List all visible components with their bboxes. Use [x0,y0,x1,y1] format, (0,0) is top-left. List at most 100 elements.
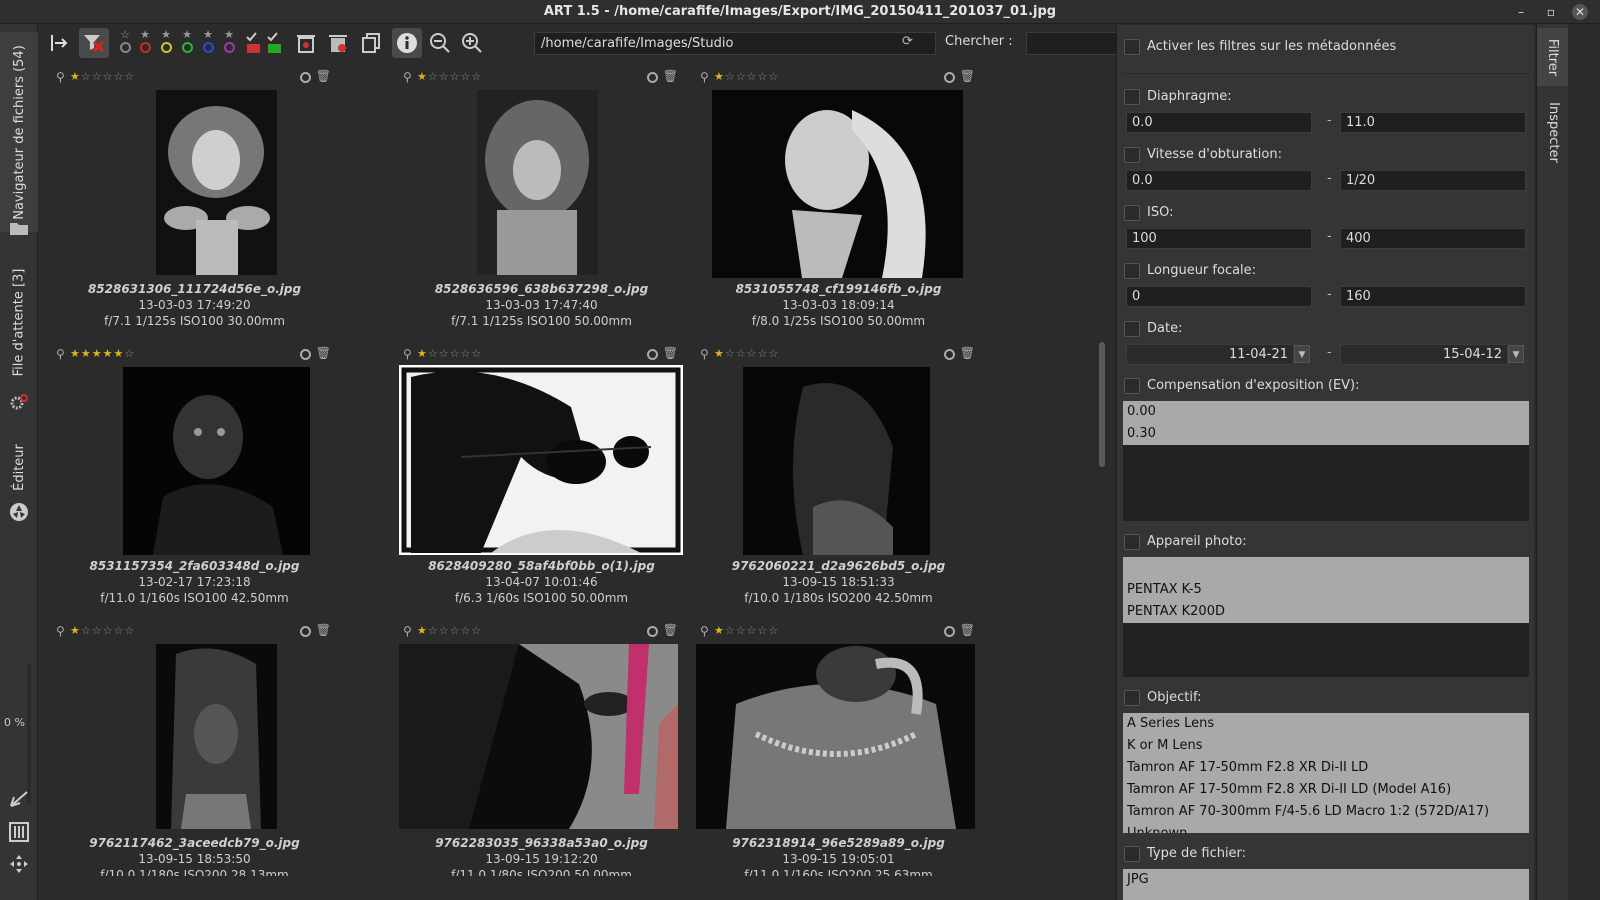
list-item[interactable]: 0.00 [1123,401,1529,423]
rating-stars[interactable]: ★☆☆☆☆☆ [714,347,779,360]
rating-stars[interactable]: ★☆☆☆☆☆ [714,70,779,83]
photo-thumbnail[interactable] [712,90,963,278]
grid-horizontal-scrollbar[interactable] [40,878,1110,900]
trash-icon[interactable]: 🗑 [960,69,975,83]
list-item[interactable] [1123,557,1529,579]
color-ring-icon[interactable] [300,626,311,637]
filter-star-3[interactable]: ★ [178,28,196,58]
aperture-to-field[interactable]: 11.0 [1340,112,1526,133]
aperture-from-field[interactable]: 0.0 [1126,112,1312,133]
list-item[interactable]: PENTAX K-5 [1123,579,1529,601]
shutter-from-field[interactable]: 0.0 [1126,170,1312,191]
rating-stars[interactable]: ★☆☆☆☆☆ [70,70,135,83]
photo-thumbnail[interactable] [696,644,975,829]
path-field[interactable]: /home/carafife/Images/Studio [534,32,936,55]
minimize-button[interactable]: – [1512,3,1530,21]
ev-list[interactable]: 0.00 0.30 [1123,401,1529,521]
filter-star-0[interactable]: ☆ [116,28,134,58]
aperture-checkbox[interactable] [1124,89,1140,105]
info-button[interactable] [392,28,422,58]
color-ring-icon[interactable] [647,72,658,83]
tab-editor[interactable]: Éditeur [0,432,38,502]
date-to-dropdown-icon[interactable]: ▼ [1508,345,1524,363]
filter-star-1[interactable]: ★ [136,28,154,58]
rating-stars[interactable]: ★☆☆☆☆☆ [417,70,482,83]
filter-original-button[interactable] [356,28,386,58]
photo-thumbnail[interactable] [743,367,930,555]
color-dot-yellow[interactable] [160,42,172,53]
thumbnail-item[interactable]: ⚲ ★☆☆☆☆☆ 🗑 8528631306_111724d56e_o.jpg 13-… [46,64,343,336]
close-button[interactable]: ✕ [1572,4,1588,20]
rating-stars[interactable]: ★☆☆☆☆☆ [714,624,779,637]
restore-button[interactable]: ▫ [1542,3,1560,21]
trash-icon[interactable]: 🗑 [960,623,975,637]
scrollbar-thumb[interactable] [1099,342,1105,467]
color-ring-icon[interactable] [647,626,658,637]
lens-checkbox[interactable] [1124,690,1140,706]
rating-stars[interactable]: ★★★★★☆ [70,347,135,360]
thumbnail-item[interactable]: ⚲ ★☆☆☆☆☆ 🗑 8628409280_58af4bf0bb_o(1).jpg … [393,341,690,613]
color-ring-icon[interactable] [300,72,311,83]
color-ring-icon[interactable] [944,349,955,360]
ev-checkbox[interactable] [1124,378,1140,394]
photo-thumbnail-selected[interactable] [399,365,683,555]
photo-thumbnail[interactable] [156,90,277,275]
date-from-field[interactable]: 11-04-21 [1126,344,1294,365]
thumbnail-item[interactable]: ⚲ ★★★★★☆ 🗑 8531157354_2fa603348d_o.jpg 13-… [46,341,343,613]
trash-icon[interactable]: 🗑 [663,346,678,360]
color-ring-icon[interactable] [944,626,955,637]
rating-stars[interactable]: ★☆☆☆☆☆ [417,347,482,360]
camera-checkbox[interactable] [1124,534,1140,550]
filter-unranked-button[interactable] [79,28,109,58]
tab-queue[interactable]: File d'attente [3] [0,262,38,382]
thumbnail-item[interactable]: ⚲ ★☆☆☆☆☆ 🗑 9762060221_d2a9626bd5_o.jpg 13-… [690,341,987,613]
sliders-icon[interactable] [9,822,29,842]
color-ring-icon[interactable] [647,349,658,360]
color-dot-gray[interactable] [119,42,131,53]
focal-to-field[interactable]: 160 [1340,286,1526,307]
thumbnail-item[interactable]: ⚲ ★☆☆☆☆☆ 🗑 9762283035_96338a53a0_o.jpg 13-… [393,618,690,876]
list-item[interactable]: Tamron AF 17-50mm F2.8 XR Di-II LD [1123,757,1529,779]
filter-trash-red-button[interactable] [323,28,353,58]
date-to-field[interactable]: 15-04-12 [1340,344,1508,365]
thumbnail-item[interactable]: ⚲ ★☆☆☆☆☆ 🗑 8531055748_cf199146fb_o.jpg 13-… [690,64,987,336]
shutter-checkbox[interactable] [1124,147,1140,163]
send-icon[interactable] [9,788,29,808]
thumbnail-item[interactable]: ⚲ ★☆☆☆☆☆ 🗑 8528636596_638b637298_o.jpg 13-… [393,64,690,336]
tab-inspect[interactable]: Inspecter [1537,92,1569,172]
trash-icon[interactable]: 🗑 [316,69,331,83]
list-item[interactable]: Unknown [1123,823,1529,833]
tab-file-browser[interactable]: Navigateur de fichiers (54) [0,32,38,232]
color-ring-icon[interactable] [944,72,955,83]
tab-filter[interactable]: Filtrer [1537,28,1569,86]
trash-icon[interactable]: 🗑 [316,346,331,360]
thumbnail-item[interactable]: ⚲ ★☆☆☆☆☆ 🗑 9762117462_3aceedcb79_o.jpg 13-… [46,618,343,876]
rating-stars[interactable]: ★☆☆☆☆☆ [70,624,135,637]
iso-to-field[interactable]: 400 [1340,228,1526,249]
filetype-list[interactable]: JPG [1123,869,1529,900]
toggle-panel-button[interactable] [44,28,74,58]
filter-star-4[interactable]: ★ [199,28,217,58]
photo-thumbnail[interactable] [399,644,678,829]
list-item[interactable]: PENTAX K200D [1123,601,1529,623]
focal-checkbox[interactable] [1124,263,1140,279]
trash-icon[interactable]: 🗑 [316,623,331,637]
iso-from-field[interactable]: 100 [1126,228,1312,249]
list-item[interactable]: JPG [1123,869,1529,891]
list-item[interactable]: Tamron AF 70-300mm F/4-5.6 LD Macro 1:2 … [1123,801,1529,823]
photo-thumbnail[interactable] [156,644,277,829]
thumbnail-item[interactable]: ⚲ ★☆☆☆☆☆ 🗑 9762318914_96e5289a89_o.jpg 13-… [690,618,987,876]
filetype-checkbox[interactable] [1124,846,1140,862]
move-icon[interactable] [9,854,29,874]
list-item[interactable]: K or M Lens [1123,735,1529,757]
trash-icon[interactable]: 🗑 [663,623,678,637]
trash-icon[interactable]: 🗑 [663,69,678,83]
shutter-to-field[interactable]: 1/20 [1340,170,1526,191]
enable-filters-checkbox[interactable] [1124,39,1140,55]
lens-list[interactable]: A Series Lens K or M Lens Tamron AF 17-5… [1123,713,1529,833]
color-ring-icon[interactable] [300,349,311,360]
filter-trash-button[interactable] [291,28,321,58]
list-item[interactable]: Tamron AF 17-50mm F2.8 XR Di-II LD (Mode… [1123,779,1529,801]
color-dot-red[interactable] [139,42,151,53]
filter-edited-button[interactable] [243,28,265,58]
